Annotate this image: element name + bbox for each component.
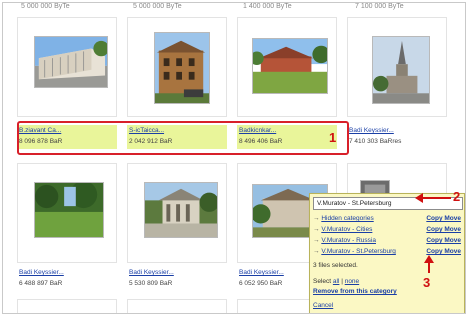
category-row: → Hidden categories Copy Move bbox=[313, 213, 463, 224]
selection-highlight-box bbox=[17, 121, 349, 155]
file-size-text: 5 000 000 ByTe bbox=[21, 3, 70, 10]
cancel-link[interactable]: Cancel bbox=[313, 302, 333, 309]
previous-row-sizes: 5 000 000 ByTe 5 000 000 ByTe 1 400 000 … bbox=[3, 3, 465, 13]
select-prefix: Select bbox=[313, 278, 333, 285]
file-size-text: 7 410 303 BaRres bbox=[349, 138, 402, 145]
file-thumbnail[interactable] bbox=[252, 38, 328, 94]
category-link[interactable]: V.Muratov - Cities bbox=[321, 226, 372, 233]
copy-move-links[interactable]: Copy Move bbox=[426, 235, 461, 246]
file-thumbnail[interactable] bbox=[34, 182, 104, 238]
file-tile[interactable] bbox=[17, 17, 117, 117]
file-caption[interactable]: Badi Keyssier... 7 410 303 BaRres bbox=[347, 125, 447, 149]
cancel-row: Cancel bbox=[313, 301, 333, 311]
file-tile[interactable] bbox=[127, 163, 227, 263]
category-row: → V.Muratov - Cities Copy Move bbox=[313, 224, 463, 235]
file-size-text: 7 100 000 ByTe bbox=[355, 3, 404, 10]
file-thumbnail[interactable] bbox=[154, 32, 210, 104]
file-size-text: 1 400 000 ByTe bbox=[243, 3, 292, 10]
file-name-link[interactable]: Badi Keyssier... bbox=[129, 267, 227, 278]
category-popup: V.Muratov - St.Petersburg → Hidden categ… bbox=[309, 193, 465, 313]
file-name-link[interactable]: Badi Keyssier... bbox=[349, 125, 447, 136]
remove-row: Remove from this category bbox=[313, 287, 397, 297]
file-caption[interactable]: Badi Keyssier... 6 488 897 BaR bbox=[17, 267, 117, 291]
category-link[interactable]: V.Muratov - Russia bbox=[321, 237, 376, 244]
file-tile[interactable] bbox=[237, 17, 337, 117]
callout-arrow-2-icon bbox=[415, 193, 451, 203]
file-thumbnail[interactable] bbox=[144, 182, 218, 238]
file-thumbnail[interactable] bbox=[372, 36, 430, 104]
file-tile[interactable] bbox=[17, 299, 117, 313]
selection-status: 3 files selected. bbox=[313, 262, 358, 269]
category-link[interactable]: V.Muratov - St.Petersburg bbox=[321, 248, 396, 255]
select-none-link[interactable]: none bbox=[345, 278, 359, 285]
select-all-none-row: Select all | none bbox=[313, 277, 359, 287]
file-grid-panel: 5 000 000 ByTe 5 000 000 ByTe 1 400 000 … bbox=[2, 2, 466, 314]
copy-move-links[interactable]: Copy Move bbox=[426, 224, 461, 235]
arrow-right-icon: → bbox=[313, 226, 320, 233]
file-thumbnail[interactable] bbox=[34, 36, 108, 88]
category-row: → V.Muratov - Russia Copy Move bbox=[313, 235, 463, 246]
callout-number-2: 2 bbox=[453, 189, 461, 204]
copy-move-links[interactable]: Copy Move bbox=[426, 213, 461, 224]
file-size-text: 5 530 809 BaR bbox=[129, 280, 173, 287]
category-link[interactable]: Hidden categories bbox=[321, 215, 373, 222]
callout-number-1: 1 bbox=[329, 130, 337, 145]
file-tile[interactable] bbox=[127, 17, 227, 117]
callout-number-3: 3 bbox=[423, 275, 431, 290]
file-tile[interactable] bbox=[347, 17, 447, 117]
category-row: → V.Muratov - St.Petersburg Copy Move bbox=[313, 246, 463, 257]
file-size-text: 5 000 000 ByTe bbox=[133, 3, 182, 10]
arrow-right-icon: → bbox=[313, 215, 320, 222]
file-name-link[interactable]: Badi Keyssier... bbox=[19, 267, 117, 278]
file-tile[interactable] bbox=[17, 163, 117, 263]
file-tile[interactable] bbox=[127, 299, 227, 313]
file-size-text: 6 488 897 BaR bbox=[19, 280, 63, 287]
arrow-right-icon: → bbox=[313, 248, 320, 255]
callout-arrow-3-icon bbox=[424, 255, 434, 273]
remove-from-category-link[interactable]: Remove from this category bbox=[313, 288, 397, 295]
file-caption[interactable]: Badi Keyssier... 5 530 809 BaR bbox=[127, 267, 227, 291]
arrow-right-icon: → bbox=[313, 237, 320, 244]
